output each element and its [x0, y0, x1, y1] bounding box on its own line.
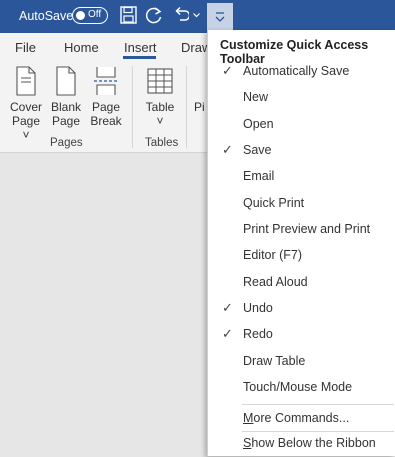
table-dropdown: ˅: [156, 114, 164, 128]
page-break-icon: [94, 67, 118, 95]
cover-page-label-2: Page ˅: [11, 114, 41, 142]
menu-item-redo[interactable]: ✓ Redo: [208, 322, 395, 348]
page-break-button[interactable]: Page Break: [87, 66, 125, 128]
undo-dropdown-chevron-icon[interactable]: [193, 13, 200, 18]
toggle-knob: [76, 10, 85, 20]
group-divider: [186, 66, 187, 148]
menu-item-label: Automatically Save: [243, 64, 350, 78]
customize-qat-button[interactable]: [207, 3, 233, 30]
autosave-state: Off: [88, 9, 102, 20]
blank-page-label-1: Blank: [50, 100, 82, 114]
autosave-toggle[interactable]: Off: [72, 7, 108, 24]
checkmark-icon: ✓: [222, 326, 233, 341]
menu-item-open[interactable]: Open: [208, 112, 395, 138]
title-bar: AutoSave Off: [0, 0, 395, 33]
pictures-button-partial[interactable]: Pi: [194, 100, 208, 114]
menu-item-label: New: [243, 90, 269, 104]
menu-item-show-below-ribbon[interactable]: Show Below the Ribbon: [208, 431, 395, 457]
menu-item-undo[interactable]: ✓ Undo: [208, 296, 395, 322]
menu-separator: [242, 404, 394, 405]
cover-page-button[interactable]: Cover Page ˅: [7, 66, 45, 142]
menu-item-label: Redo: [243, 327, 273, 341]
customize-qat-icon: [215, 12, 225, 22]
redo-icon[interactable]: [145, 6, 163, 25]
cover-page-icon: [16, 66, 36, 96]
table-icon: [147, 68, 173, 94]
blank-page-label-2: Page: [51, 114, 81, 128]
menu-item-read-aloud[interactable]: Read Aloud: [208, 270, 395, 296]
menu-item-more-commands[interactable]: More Commands...: [208, 406, 395, 432]
menu-item-label: Save: [243, 143, 272, 157]
menu-item-touch-mouse-mode[interactable]: Touch/Mouse Mode: [208, 375, 395, 401]
menu-item-label: Editor (F7): [243, 248, 303, 262]
page-break-label-2: Break: [90, 114, 122, 128]
save-icon[interactable]: [120, 6, 137, 24]
menu-item-email[interactable]: Email: [208, 164, 395, 190]
menu-item-label: Open: [243, 117, 274, 131]
group-divider: [132, 66, 133, 148]
tab-file[interactable]: File: [15, 40, 36, 55]
menu-item-label: Read Aloud: [243, 275, 308, 289]
menu-item-quick-print[interactable]: Quick Print: [208, 191, 395, 217]
menu-item-label: Touch/Mouse Mode: [243, 380, 353, 394]
menu-item-draw-table[interactable]: Draw Table: [208, 349, 395, 375]
pages-group-label: Pages: [50, 137, 83, 149]
menu-item-new[interactable]: New: [208, 85, 395, 111]
undo-icon[interactable]: [173, 6, 189, 24]
customize-qat-menu: Customize Quick Access Toolbar ✓ Automat…: [207, 30, 395, 456]
menu-item-label: Undo: [243, 301, 273, 315]
table-button[interactable]: Table ˅: [141, 66, 179, 128]
blank-page-icon: [56, 66, 76, 96]
page-break-label-1: Page: [91, 100, 121, 114]
menu-item-editor[interactable]: Editor (F7): [208, 243, 395, 269]
tab-home[interactable]: Home: [64, 40, 99, 55]
blank-page-button[interactable]: Blank Page: [48, 66, 84, 128]
menu-item-print-preview[interactable]: Print Preview and Print: [208, 217, 395, 243]
cover-page-label-1: Cover: [9, 100, 42, 114]
menu-item-save[interactable]: ✓ Save: [208, 138, 395, 164]
tab-insert[interactable]: Insert: [124, 40, 157, 55]
tables-group-label: Tables: [145, 137, 179, 149]
menu-item-automatically-save[interactable]: ✓ Automatically Save: [208, 59, 395, 85]
checkmark-icon: ✓: [222, 300, 233, 315]
checkmark-icon: ✓: [222, 142, 233, 157]
menu-item-label: Show Below the Ribbon: [243, 436, 376, 450]
menu-item-label: Draw Table: [243, 354, 306, 368]
checkmark-icon: ✓: [222, 63, 233, 78]
autosave-label: AutoSave: [19, 9, 74, 23]
menu-item-label: More Commands...: [243, 411, 350, 425]
menu-item-label: Email: [243, 169, 275, 183]
active-tab-indicator: [123, 56, 156, 59]
menu-item-label: Quick Print: [243, 196, 305, 210]
menu-item-label: Print Preview and Print: [243, 222, 371, 236]
table-label: Table: [145, 100, 175, 114]
